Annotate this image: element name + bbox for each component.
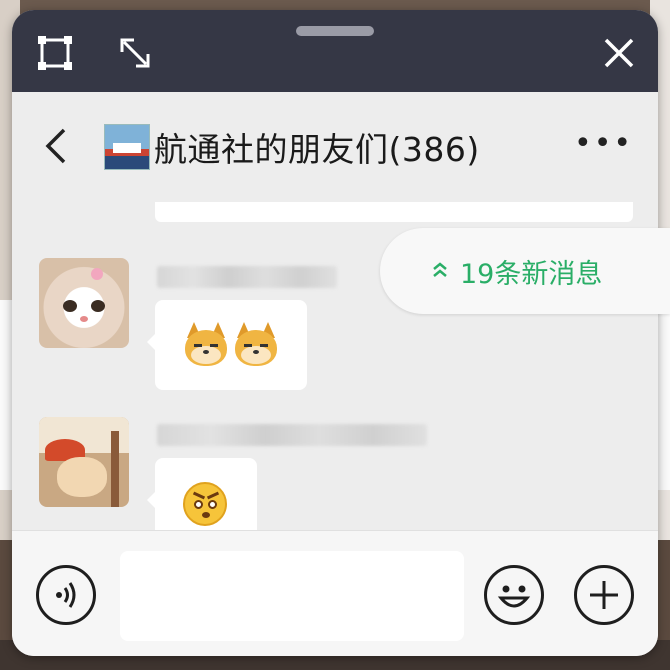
glare-emoji-icon (183, 482, 227, 526)
doge-emoji-icon (233, 322, 279, 368)
message-bubble[interactable] (147, 300, 307, 390)
voice-icon[interactable] (36, 565, 96, 625)
plus-circle-icon[interactable] (574, 565, 634, 625)
resize-diagonal-icon[interactable] (114, 32, 156, 74)
window-titlebar[interactable] (12, 10, 658, 92)
chat-header: 航通社的朋友们(386) ••• (12, 92, 658, 202)
chat-title: 航通社的朋友们(386) (154, 130, 480, 169)
expand-frame-icon[interactable] (34, 32, 76, 74)
smiley-icon[interactable] (484, 565, 544, 625)
doge-emoji-icon (183, 322, 229, 368)
double-chevron-up-icon (430, 260, 450, 282)
floating-chat-window: 航通社的朋友们(386) ••• (12, 10, 658, 656)
close-icon[interactable] (598, 32, 640, 74)
cartoon-avatar[interactable] (39, 417, 129, 507)
input-bar (12, 530, 658, 656)
ship-icon (104, 124, 150, 170)
message-bubble[interactable] (147, 458, 257, 530)
drag-handle[interactable] (296, 26, 374, 36)
new-messages-label: 19条新消息 (460, 258, 603, 290)
sender-name-blurred (157, 424, 427, 446)
cat-avatar[interactable] (39, 258, 129, 348)
chevron-left-icon[interactable] (38, 124, 78, 168)
message-input[interactable] (120, 551, 464, 641)
chat-title-area[interactable]: 航通社的朋友们(386) (104, 122, 480, 172)
sender-name-blurred (157, 266, 337, 288)
previous-message-bubble[interactable] (155, 202, 633, 222)
new-messages-button[interactable]: 19条新消息 (380, 228, 670, 314)
more-dots-icon[interactable]: ••• (574, 129, 633, 159)
